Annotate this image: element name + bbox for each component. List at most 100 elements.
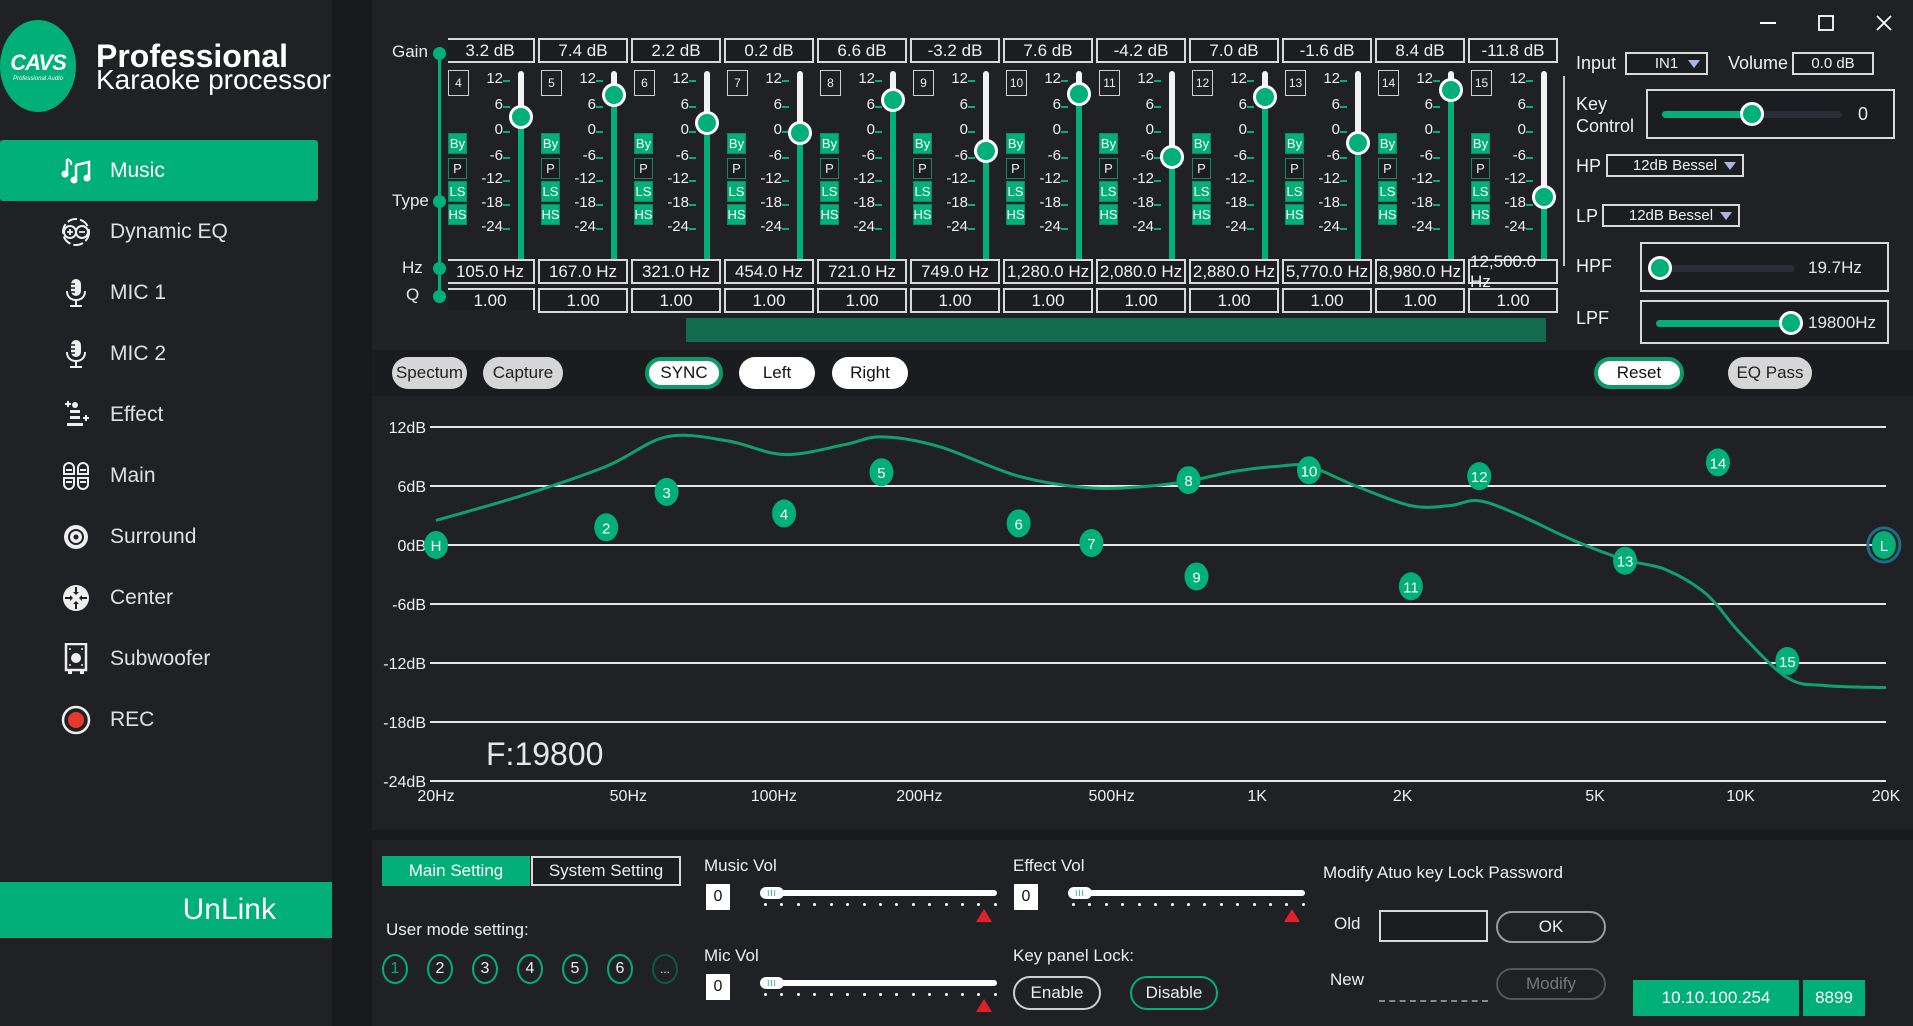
filter-type-ls-button[interactable]: LS xyxy=(1192,181,1211,202)
band-frequency-field[interactable]: 105.0 Hz xyxy=(448,259,535,284)
sidebar-item-mic2[interactable]: MIC 2 xyxy=(0,323,318,384)
filter-type-ls-button[interactable]: LS xyxy=(448,181,467,202)
filter-type-by-button[interactable]: By xyxy=(1285,133,1304,154)
eq-pass-button[interactable]: EQ Pass xyxy=(1728,357,1812,389)
band-gain-slider-knob[interactable] xyxy=(1439,78,1463,102)
mic-vol-knob[interactable]: III xyxy=(760,977,784,989)
lp-filter-select[interactable]: 12dB Bessel xyxy=(1602,204,1740,227)
effect-vol-slider[interactable] xyxy=(1070,890,1305,896)
band-gain-slider-knob[interactable] xyxy=(509,105,533,130)
filter-type-ls-button[interactable]: LS xyxy=(727,181,746,202)
band-q-field[interactable]: 1.00 xyxy=(910,288,1000,313)
sync-button[interactable]: SYNC xyxy=(645,357,723,389)
enable-lock-button[interactable]: Enable xyxy=(1013,976,1101,1010)
filter-type-p-button[interactable]: P xyxy=(727,158,746,179)
band-gain-slider-knob[interactable] xyxy=(602,83,626,108)
band-q-field[interactable]: 1.00 xyxy=(1375,288,1465,313)
band-frequency-field[interactable]: 1,280.0 Hz xyxy=(1003,259,1093,284)
band-frequency-field[interactable]: 749.0 Hz xyxy=(910,259,1000,284)
lpf-slider-knob[interactable] xyxy=(1779,311,1803,335)
band-q-field[interactable]: 1.00 xyxy=(1282,288,1372,313)
filter-type-by-button[interactable]: By xyxy=(634,133,653,154)
user-mode-button[interactable]: 5 xyxy=(562,954,588,984)
filter-type-by-button[interactable]: By xyxy=(541,133,560,154)
filter-type-hs-button[interactable]: HS xyxy=(1378,204,1397,225)
filter-type-hs-button[interactable]: HS xyxy=(541,204,560,225)
band-gain-field[interactable]: 7.6 dB xyxy=(1003,38,1093,63)
right-channel-button[interactable]: Right xyxy=(832,357,908,389)
user-mode-button[interactable]: 4 xyxy=(517,954,543,984)
band-gain-field[interactable]: -3.2 dB xyxy=(910,38,1000,63)
filter-type-p-button[interactable]: P xyxy=(541,158,560,179)
band-scrollbar[interactable] xyxy=(686,318,1546,342)
filter-type-hs-button[interactable]: HS xyxy=(634,204,653,225)
user-mode-button[interactable]: 1 xyxy=(382,954,408,984)
ip-address-field[interactable]: 10.10.100.254 xyxy=(1633,980,1799,1016)
filter-type-by-button[interactable]: By xyxy=(727,133,746,154)
filter-type-ls-button[interactable]: LS xyxy=(634,181,653,202)
filter-type-by-button[interactable]: By xyxy=(448,133,467,154)
filter-type-p-button[interactable]: P xyxy=(820,158,839,179)
tab-system-setting[interactable]: System Setting xyxy=(531,856,681,886)
new-password-input[interactable] xyxy=(1379,1000,1488,1002)
band-gain-field[interactable]: 7.0 dB xyxy=(1189,38,1279,63)
filter-type-by-button[interactable]: By xyxy=(820,133,839,154)
filter-type-ls-button[interactable]: LS xyxy=(1471,181,1490,202)
filter-type-hs-button[interactable]: HS xyxy=(727,204,746,225)
filter-type-ls-button[interactable]: LS xyxy=(1285,181,1304,202)
band-frequency-field[interactable]: 5,770.0 Hz xyxy=(1282,259,1372,284)
band-gain-field[interactable]: -1.6 dB xyxy=(1282,38,1372,63)
band-q-field[interactable]: 1.00 xyxy=(1003,288,1093,313)
band-frequency-field[interactable]: 167.0 Hz xyxy=(538,259,628,284)
filter-type-p-button[interactable]: P xyxy=(1192,158,1211,179)
filter-type-hs-button[interactable]: HS xyxy=(1006,204,1025,225)
band-gain-slider-knob[interactable] xyxy=(1346,130,1370,155)
modify-button[interactable]: Modify xyxy=(1496,968,1606,1000)
sidebar-item-surround[interactable]: Surround xyxy=(0,506,318,567)
filter-type-hs-button[interactable]: HS xyxy=(1192,204,1211,225)
filter-type-hs-button[interactable]: HS xyxy=(1471,204,1490,225)
band-gain-slider-track[interactable] xyxy=(983,71,989,261)
band-frequency-field[interactable]: 321.0 Hz xyxy=(631,259,721,284)
sidebar-item-mic1[interactable]: MIC 1 xyxy=(0,262,318,323)
filter-type-p-button[interactable]: P xyxy=(1378,158,1397,179)
band-gain-slider-knob[interactable] xyxy=(1067,82,1091,107)
band-q-field[interactable]: 1.00 xyxy=(538,288,628,313)
band-gain-slider-knob[interactable] xyxy=(974,139,998,164)
band-gain-field[interactable]: 6.6 dB xyxy=(817,38,907,63)
sidebar-item-subwoofer[interactable]: Subwoofer xyxy=(0,628,318,689)
tab-main-setting[interactable]: Main Setting xyxy=(382,856,530,886)
filter-type-by-button[interactable]: By xyxy=(1378,133,1397,154)
music-vol-slider[interactable] xyxy=(762,890,997,896)
band-gain-field[interactable]: 2.2 dB xyxy=(631,38,721,63)
band-gain-field[interactable]: 3.2 dB xyxy=(448,38,535,63)
band-gain-slider-knob[interactable] xyxy=(788,121,812,146)
sidebar-item-effect[interactable]: Effect xyxy=(0,384,318,445)
music-vol-knob[interactable]: III xyxy=(760,887,784,899)
filter-type-ls-button[interactable]: LS xyxy=(1006,181,1025,202)
filter-type-p-button[interactable]: P xyxy=(634,158,653,179)
band-gain-slider-knob[interactable] xyxy=(881,87,905,112)
band-gain-slider-track[interactable] xyxy=(1355,71,1361,261)
user-mode-button[interactable]: 6 xyxy=(607,954,633,984)
filter-type-by-button[interactable]: By xyxy=(913,133,932,154)
disable-lock-button[interactable]: Disable xyxy=(1130,976,1218,1010)
hpf-slider-knob[interactable] xyxy=(1648,256,1672,280)
filter-type-by-button[interactable]: By xyxy=(1471,133,1490,154)
band-gain-slider-knob[interactable] xyxy=(1253,85,1277,110)
filter-type-hs-button[interactable]: HS xyxy=(820,204,839,225)
band-gain-field[interactable]: -4.2 dB xyxy=(1096,38,1186,63)
filter-type-by-button[interactable]: By xyxy=(1099,133,1118,154)
unlink-button[interactable]: UnLink xyxy=(0,882,332,938)
band-gain-slider-knob[interactable] xyxy=(695,110,719,135)
filter-type-by-button[interactable]: By xyxy=(1006,133,1025,154)
user-mode-button[interactable]: 2 xyxy=(427,954,453,984)
volume-field[interactable]: 0.0 dB xyxy=(1792,52,1874,75)
effect-vol-value[interactable]: 0 xyxy=(1014,884,1038,910)
band-gain-slider-knob[interactable] xyxy=(1160,144,1184,169)
band-frequency-field[interactable]: 2,880.0 Hz xyxy=(1189,259,1279,284)
port-field[interactable]: 8899 xyxy=(1803,980,1865,1016)
filter-type-by-button[interactable]: By xyxy=(1192,133,1211,154)
band-gain-slider-track[interactable] xyxy=(1541,71,1547,261)
filter-type-ls-button[interactable]: LS xyxy=(1099,181,1118,202)
